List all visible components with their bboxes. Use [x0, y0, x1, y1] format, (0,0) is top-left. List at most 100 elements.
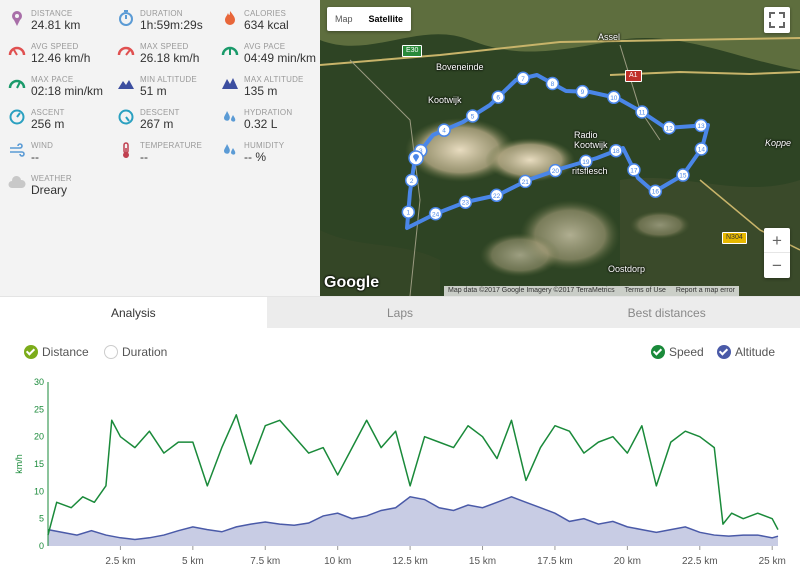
route-marker-label: 15 [679, 173, 687, 180]
route-marker[interactable]: 15 [676, 168, 690, 182]
google-logo[interactable]: Google [324, 274, 379, 292]
stat-value: 1h:59m:29s [140, 18, 203, 32]
stat-value: 26.18 km/h [140, 51, 200, 65]
stat-label: Temperature [140, 141, 203, 150]
route-marker-label: 8 [551, 81, 555, 88]
tab-analysis[interactable]: Analysis [0, 297, 267, 328]
stat-avg-pace: Avg pace 04:49 min/km [213, 33, 318, 65]
route-marker[interactable]: 5 [465, 109, 480, 123]
pace-gauge-icon [221, 46, 239, 56]
place-label-radio-kootwijk: Radio Kootwijk [574, 130, 608, 150]
stat-value: 256 m [31, 117, 65, 131]
stat-value: 12.46 km/h [31, 51, 91, 65]
y-tick-label: 5 [39, 514, 44, 524]
y-tick-label: 0 [39, 541, 44, 551]
stat-calories: Calories 634 kcal [213, 0, 318, 32]
route-marker-label: 4 [442, 128, 446, 135]
stat-label: Wind [31, 141, 54, 150]
route-marker[interactable]: 10 [607, 90, 621, 105]
stat-max-altitude: Max altitude 135 m [213, 66, 318, 98]
stat-label: Distance [31, 9, 73, 18]
route-marker-label: 7 [521, 76, 525, 83]
stat-value: -- [31, 150, 39, 164]
stat-wind: Wind -- [0, 132, 105, 164]
start-pin-icon[interactable] [408, 150, 424, 166]
route-marker[interactable]: 13 [694, 118, 708, 133]
stat-humidity: Humidity -- % [213, 132, 318, 164]
y-tick-label: 20 [34, 432, 44, 442]
stat-value: 02:18 min/km [31, 84, 104, 98]
altitude-toggle-label: Altitude [735, 345, 776, 359]
thermometer-icon [123, 142, 129, 158]
route-marker[interactable]: 2 [404, 173, 419, 188]
x-tick-label: 20 km [614, 556, 641, 567]
speed-toggle[interactable]: Speed [651, 344, 704, 360]
route-marker[interactable]: 17 [627, 163, 641, 177]
y-tick-label: 15 [34, 459, 44, 469]
map-attribution: Map data ©2017 Google Imagery ©2017 Terr… [444, 286, 739, 296]
route-marker[interactable]: 20 [548, 163, 563, 178]
route-marker[interactable]: 24 [428, 207, 443, 221]
tab-best-distances[interactable]: Best distances [533, 297, 800, 328]
mountain-icon [118, 80, 134, 89]
route-marker[interactable]: 23 [458, 195, 473, 209]
tab-laps[interactable]: Laps [267, 297, 534, 328]
report-error-link[interactable]: Report a map error [676, 286, 735, 296]
route-marker[interactable]: 6 [491, 90, 505, 104]
checkbox-icon [717, 345, 731, 359]
stat-label: Humidity [244, 141, 285, 150]
map-type-map-button[interactable]: Map [327, 7, 361, 31]
speed-altitude-chart[interactable]: 0 5 10 15 20 25 30 km/h 2.5 km 5 km 7.5 km 10 km 12.… [0, 374, 800, 572]
route-marker-label: 16 [652, 189, 660, 196]
altitude-toggle[interactable]: Altitude [717, 344, 775, 360]
wind-icon [10, 143, 25, 157]
route-map[interactable]: 1 2 3 4 5 6 7 8 9 10 11 12 13 14 15 16 17 18 19 20 21 22 23 24 … [320, 0, 800, 296]
stat-weather: Weather Dreary [0, 165, 105, 197]
route-marker-label: 24 [432, 211, 440, 218]
stat-temperature: Temperature -- [109, 132, 214, 164]
fullscreen-button[interactable] [764, 7, 790, 33]
route-marker[interactable]: 21 [518, 174, 533, 189]
route-marker-label: 6 [496, 95, 500, 102]
place-label-kootwijkerzand: ritsflesch [572, 166, 608, 176]
stat-hydration: Hydration 0.32 L [213, 99, 318, 131]
stat-distance: Distance 24.81 km [0, 0, 105, 32]
map-type-satellite-button[interactable]: Satellite [361, 7, 412, 31]
route-marker[interactable]: 18 [609, 143, 623, 158]
stat-label: Weather [31, 174, 72, 183]
x-tick-label: 17.5 km [537, 556, 573, 567]
stat-label: Duration [140, 9, 183, 18]
altitude-area [48, 496, 778, 546]
zoom-out-button[interactable]: − [764, 253, 790, 278]
satellite-imagery[interactable]: 123456789101112 131415161718192021222324 [320, 0, 800, 296]
stat-value: 0.32 L [244, 117, 278, 131]
route-marker[interactable]: 11 [635, 105, 649, 119]
route-marker[interactable]: 9 [575, 84, 590, 99]
road-shield-e30: E30 [402, 45, 423, 57]
duration-toggle[interactable]: Duration [104, 344, 167, 360]
flame-icon [225, 11, 235, 25]
route-marker-label: 11 [639, 110, 646, 117]
stat-value: -- [140, 150, 148, 164]
route-marker-label: 19 [582, 159, 590, 166]
speedometer-max-icon [117, 46, 135, 56]
route-marker[interactable]: 4 [437, 123, 451, 137]
stat-label: Calories [244, 9, 287, 18]
route-marker[interactable]: 7 [516, 71, 530, 86]
route-marker[interactable]: 16 [648, 184, 663, 198]
stopwatch-icon [119, 10, 133, 26]
x-tick-label: 22.5 km [682, 556, 718, 567]
route-marker[interactable]: 14 [694, 142, 709, 156]
route-marker[interactable]: 1 [401, 205, 416, 219]
route-marker[interactable]: 12 [662, 121, 676, 135]
route-marker-label: 22 [493, 193, 501, 200]
route-marker-label: 5 [471, 113, 475, 120]
stat-min-altitude: Min altitude 51 m [109, 66, 214, 98]
route-marker[interactable]: 22 [489, 188, 504, 203]
distance-toggle[interactable]: Distance [24, 344, 89, 360]
fullscreen-icon [769, 12, 785, 28]
terms-link[interactable]: Terms of Use [625, 286, 666, 296]
zoom-in-button[interactable]: + [764, 228, 790, 253]
stats-panel: Distance 24.81 km Duration 1h:59m:29s Calori… [0, 0, 320, 296]
route-marker[interactable]: 8 [545, 76, 560, 91]
